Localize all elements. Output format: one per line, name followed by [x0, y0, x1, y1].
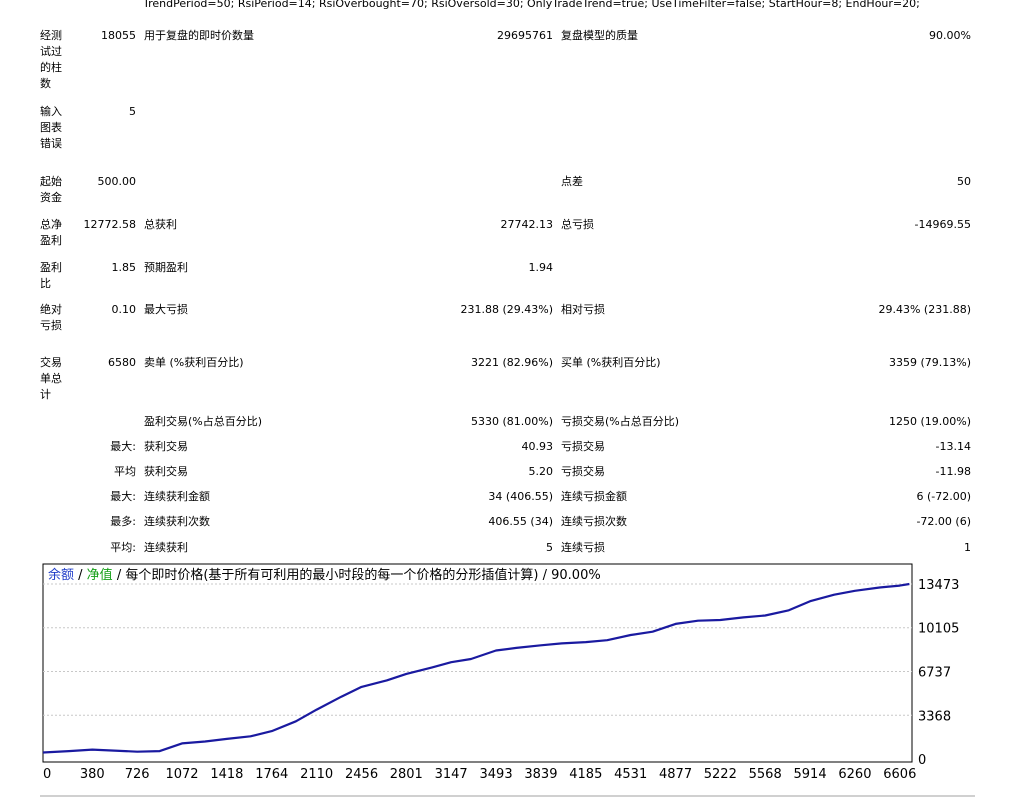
- metric-label: 用于复盘的即时价数量: [144, 29, 254, 42]
- metric-value: 1.94: [528, 261, 554, 274]
- x-tick-label: 1072: [165, 767, 198, 782]
- metric2-value: -72.00 (6): [916, 515, 971, 528]
- metric-label: 连续获利次数: [144, 515, 210, 528]
- x-tick-label: 2456: [345, 767, 378, 782]
- y-tick-label: 6737: [918, 665, 951, 680]
- y-tick-label: 10105: [918, 622, 959, 637]
- balance-chart: 0 3368 6737 10105 13473 0 380 726 1072 1418 1764 21…: [40, 562, 975, 798]
- x-tick-label: 1764: [255, 767, 288, 782]
- row-value: 5: [129, 105, 136, 118]
- row-value: 最大:: [110, 440, 136, 453]
- chart-frame: [42, 563, 913, 763]
- metric-label: 盈利交易(%占总百分比): [144, 415, 263, 428]
- x-tick-label: 1418: [210, 767, 243, 782]
- x-tick-label: 4877: [659, 767, 692, 782]
- row-value: 6580: [108, 356, 136, 369]
- legend-balance: 余额: [48, 568, 75, 583]
- metric2-value: 50: [957, 175, 971, 188]
- x-tick-label: 0: [43, 767, 51, 782]
- metric2-label: 相对亏损: [561, 303, 605, 316]
- x-tick-label: 4531: [614, 767, 647, 782]
- x-tick-label: 380: [80, 767, 105, 782]
- metric2-value: 90.00%: [929, 29, 971, 42]
- metric-value: 27742.13: [500, 218, 554, 231]
- row-value: 平均: [114, 465, 136, 478]
- x-tick-label: 3839: [524, 767, 557, 782]
- row-value: 0.10: [111, 303, 137, 316]
- x-tick-label: 6260: [838, 767, 871, 782]
- metric2-value: -14969.55: [914, 218, 971, 231]
- metric2-value: -11.98: [935, 465, 971, 478]
- legend-description: / 每个即时价格(基于所有可利用的最小时段的每一个价格的分形插值计算) / 90…: [112, 568, 601, 583]
- row-value: 平均:: [110, 541, 136, 554]
- x-tick-label: 3493: [480, 767, 513, 782]
- x-tick-label: 5914: [794, 767, 827, 782]
- x-tick-label: 6606: [883, 767, 916, 782]
- metric2-label: 亏损交易: [561, 465, 605, 478]
- row-label: 起始资金: [40, 175, 62, 204]
- metric-label: 获利交易: [144, 440, 188, 453]
- metric-value: 40.93: [521, 440, 554, 453]
- metric2-label: 连续亏损金额: [561, 490, 627, 503]
- legend-equity: 净值: [86, 568, 113, 583]
- metric-value: 5.20: [528, 465, 554, 478]
- x-tick-label: 726: [125, 767, 150, 782]
- metric2-value: -13.14: [935, 440, 971, 453]
- legend-separator: /: [74, 568, 87, 583]
- metric-value: 231.88 (29.43%): [460, 303, 553, 316]
- metric-value: 406.55 (34): [488, 515, 553, 528]
- row-value: 12772.58: [83, 218, 137, 231]
- parameters-line: TrendPeriod=50; RsiPeriod=14; RsiOverbou…: [143, 0, 920, 10]
- x-tick-label: 3147: [435, 767, 468, 782]
- balance-chart-svg: 0 3368 6737 10105 13473 0 380 726 1072 1418 1764 21…: [40, 563, 975, 797]
- chart-legend: 余额 / 净值 / 每个即时价格(基于所有可利用的最小时段的每一个价格的分形插值…: [48, 568, 601, 584]
- row-value: 500.00: [97, 175, 137, 188]
- row-label: 盈利比: [40, 261, 62, 290]
- row-value: 18055: [101, 29, 136, 42]
- metric2-label: 亏损交易(%占总百分比): [561, 415, 680, 428]
- metric-label: 获利交易: [144, 465, 188, 478]
- x-tick-label: 5568: [749, 767, 782, 782]
- y-tick-label: 0: [918, 753, 926, 768]
- row-label: 交易单总计: [40, 356, 62, 401]
- row-label: 经测试过的柱数: [40, 29, 62, 90]
- x-tick-label: 2801: [390, 767, 423, 782]
- metric2-value: 3359 (79.13%): [888, 356, 971, 369]
- balance-series-line: [42, 582, 910, 754]
- metric-label: 连续获利金额: [144, 490, 210, 503]
- metric2-label: 总亏损: [561, 218, 594, 231]
- metric2-label: 复盘模型的质量: [561, 29, 638, 42]
- x-tick-label: 5222: [704, 767, 737, 782]
- metric-label: 最大亏损: [144, 303, 188, 316]
- row-value: 最大:: [110, 490, 136, 503]
- row-label: 绝对亏损: [40, 303, 62, 332]
- metric-value: 5330 (81.00%): [470, 415, 553, 428]
- y-tick-label: 3368: [918, 709, 951, 724]
- metric-label: 总获利: [144, 218, 177, 231]
- metric2-label: 亏损交易: [561, 440, 605, 453]
- metric-value: 29695761: [497, 29, 553, 42]
- row-label: 输入图表错误: [40, 105, 62, 150]
- metric-label: 预期盈利: [144, 261, 188, 274]
- metric2-label: 买单 (%获利百分比): [561, 356, 661, 369]
- metric2-label: 点差: [561, 175, 583, 188]
- metric2-value: 29.43% (231.88): [878, 303, 971, 316]
- metric-value: 3221 (82.96%): [470, 356, 553, 369]
- metric2-label: 连续亏损次数: [561, 515, 627, 528]
- x-tick-label: 4185: [569, 767, 602, 782]
- y-tick-label: 13473: [918, 578, 959, 593]
- metric2-value: 1250 (19.00%): [888, 415, 971, 428]
- row-value: 最多:: [110, 515, 136, 528]
- x-tick-label: 2110: [300, 767, 333, 782]
- metric-label: 卖单 (%获利百分比): [144, 356, 244, 369]
- metric-value: 34 (406.55): [488, 490, 553, 503]
- metric2-label: 连续亏损: [561, 541, 605, 554]
- metric-value: 5: [546, 541, 553, 554]
- row-value: 1.85: [111, 261, 137, 274]
- row-label: 总净盈利: [40, 218, 62, 247]
- metric2-value: 1: [964, 541, 971, 554]
- metric2-value: 6 (-72.00): [916, 490, 971, 503]
- metric-label: 连续获利: [144, 541, 188, 554]
